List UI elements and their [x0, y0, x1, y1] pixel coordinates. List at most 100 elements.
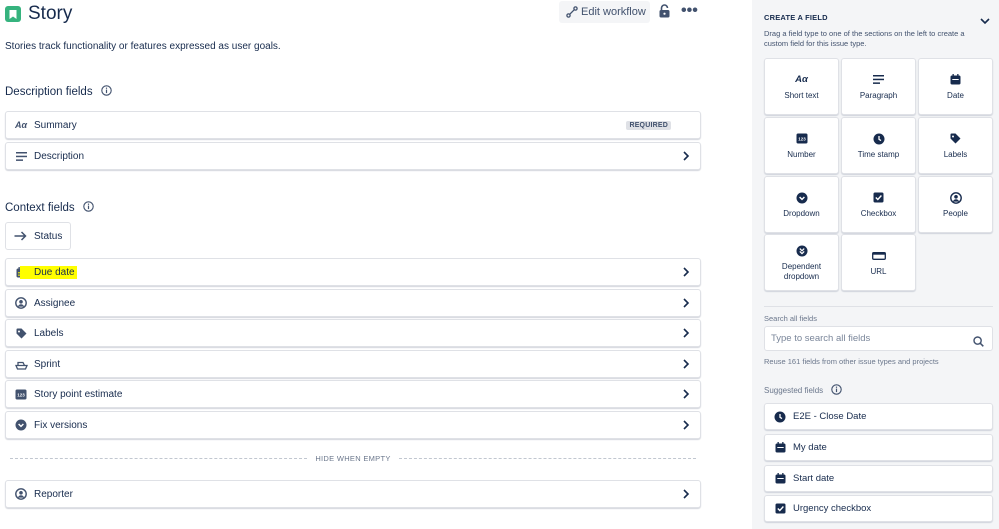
chevron-right-icon[interactable] — [682, 420, 690, 433]
field-type-checkbox[interactable]: Checkbox — [841, 176, 916, 233]
section-title: Description fields — [5, 86, 93, 98]
chevron-right-icon[interactable] — [682, 267, 690, 280]
field-row-assignee[interactable]: Assignee — [5, 289, 701, 317]
tag-icon — [14, 328, 28, 339]
suggested-field-my-date[interactable]: My date — [764, 434, 993, 461]
suggested-fields-title: Suggested fields — [764, 386, 824, 395]
search-icon[interactable] — [973, 334, 984, 352]
status-label: Status — [34, 230, 63, 242]
status-field-chip[interactable]: Status — [5, 222, 71, 250]
more-actions-icon[interactable]: ••• — [681, 3, 698, 19]
svg-text:123: 123 — [798, 136, 806, 141]
field-type-label: Labels — [943, 149, 968, 159]
calendar-icon — [950, 73, 961, 87]
field-row-labels[interactable]: Labels — [5, 319, 701, 347]
section-title: Context fields — [5, 202, 75, 214]
suggested-field-label: My date — [793, 442, 827, 453]
suggested-field-label: Start date — [793, 473, 835, 484]
suggested-fields-heading: Suggested fields — [764, 384, 842, 397]
field-type-label: Dropdown — [783, 208, 820, 218]
checkbox-icon — [873, 191, 884, 205]
field-label: Assignee — [34, 297, 76, 309]
field-type-dependent-dropdown[interactable]: Dependent dropdown — [764, 234, 839, 291]
field-label: Fix versions — [34, 419, 88, 431]
reuse-fields-text: Reuse 161 fields from other issue types … — [764, 357, 939, 366]
person-icon — [14, 297, 28, 309]
number-icon: 123 — [796, 132, 808, 146]
workflow-icon — [566, 6, 578, 18]
context-fields-heading: Context fields — [5, 201, 94, 215]
chevron-circle-icon — [14, 419, 28, 431]
field-type-people[interactable]: People — [918, 176, 993, 233]
edit-workflow-button[interactable]: Edit workflow — [559, 1, 650, 23]
story-icon — [5, 6, 21, 22]
field-type-number[interactable]: 123 Number — [764, 117, 839, 174]
dropdown-icon — [796, 191, 808, 205]
field-label: Story point estimate — [34, 388, 123, 400]
field-row-description[interactable]: Description — [5, 142, 701, 170]
field-type-labels[interactable]: Labels — [918, 117, 993, 174]
field-label: Summary — [34, 119, 77, 131]
field-row-story-point-estimate[interactable]: 123 Story point estimate — [5, 380, 701, 408]
field-type-short-text[interactable]: Aα Short text — [764, 58, 839, 115]
lock-icon[interactable] — [659, 4, 670, 23]
field-type-label: People — [943, 208, 968, 218]
field-type-time-stamp[interactable]: Time stamp — [841, 117, 916, 174]
field-label: Description — [34, 150, 85, 162]
info-icon[interactable] — [831, 384, 842, 397]
suggested-field-urgency-checkbox[interactable]: Urgency checkbox — [764, 495, 993, 522]
chevron-down-icon[interactable] — [980, 12, 990, 30]
double-chevron-icon — [796, 244, 808, 258]
suggested-field-label: E2E - Close Date — [793, 411, 867, 422]
field-type-label: URL — [870, 266, 887, 276]
sprint-icon — [14, 359, 28, 370]
field-row-due-date[interactable]: Due date — [5, 258, 701, 286]
field-row-fix-versions[interactable]: Fix versions — [5, 411, 701, 439]
panel-divider — [764, 306, 993, 307]
suggested-field-start-date[interactable]: Start date — [764, 465, 993, 492]
page-header: Story — [5, 2, 72, 26]
create-field-title: CREATE A FIELD — [764, 13, 828, 22]
issue-type-editor: Story Edit workflow ••• Stories track fu… — [0, 0, 752, 529]
chevron-right-icon[interactable] — [682, 489, 690, 502]
tag-icon — [950, 132, 961, 146]
chevron-right-icon[interactable] — [682, 389, 690, 402]
field-type-label: Dependent dropdown — [781, 261, 822, 281]
suggested-field-e2e-close-date[interactable]: E2E - Close Date — [764, 403, 993, 430]
field-label: Reporter — [34, 488, 73, 500]
field-label: Sprint — [34, 358, 61, 370]
field-row-sprint[interactable]: Sprint — [5, 350, 701, 378]
calendar-icon — [773, 442, 787, 453]
number-icon: 123 — [14, 389, 28, 400]
field-type-label: Short text — [784, 90, 819, 100]
field-type-label: Checkbox — [860, 208, 897, 218]
description-fields-heading: Description fields — [5, 85, 112, 99]
create-field-description: Drag a field type to one of the sections… — [764, 29, 965, 48]
field-type-label: Number — [787, 149, 816, 159]
field-label: Due date — [20, 265, 77, 279]
edit-workflow-label: Edit workflow — [581, 6, 646, 18]
clock-icon — [873, 132, 885, 146]
field-type-label: Time stamp — [857, 149, 900, 159]
field-type-dropdown[interactable]: Dropdown — [764, 176, 839, 233]
create-field-panel: CREATE A FIELD Drag a field type to one … — [752, 0, 999, 529]
search-field-container — [764, 326, 993, 351]
field-type-paragraph[interactable]: Paragraph — [841, 58, 916, 115]
info-icon[interactable] — [100, 85, 112, 99]
svg-text:123: 123 — [17, 392, 25, 397]
suggested-field-label: Urgency checkbox — [793, 503, 872, 514]
chevron-right-icon[interactable] — [682, 298, 690, 311]
field-type-url[interactable]: URL — [841, 234, 916, 291]
search-label: Search all fields — [764, 314, 817, 323]
field-type-date[interactable]: Date — [918, 58, 993, 115]
person-icon — [14, 488, 28, 500]
issue-type-description: Stories track functionality or features … — [5, 41, 281, 52]
chevron-right-icon[interactable] — [682, 151, 690, 164]
field-label: Labels — [34, 327, 64, 339]
chevron-right-icon[interactable] — [682, 359, 690, 372]
chevron-right-icon[interactable] — [682, 328, 690, 341]
field-row-reporter[interactable]: Reporter — [5, 480, 701, 508]
field-row-summary[interactable]: Aα Summary REQUIRED — [5, 111, 701, 139]
search-input[interactable] — [771, 333, 961, 344]
info-icon[interactable] — [82, 201, 94, 215]
